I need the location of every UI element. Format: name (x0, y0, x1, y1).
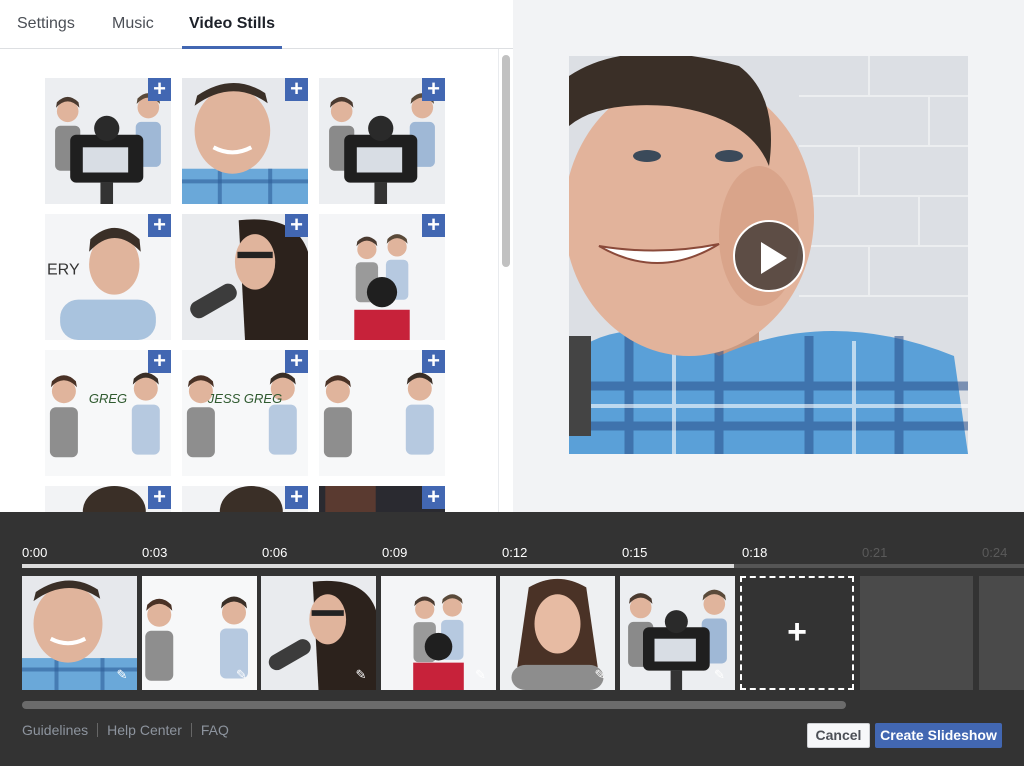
footer-links: Guidelines Help Center FAQ (22, 722, 229, 738)
empty-slot (860, 576, 973, 690)
timeline-clip[interactable]: ✎ (500, 576, 615, 690)
divider (191, 723, 192, 737)
timeline-panel: 0:00 0:03 0:06 0:09 0:12 0:15 0:18 0:21 0:24 ✎ ✎… (0, 512, 1024, 766)
timeline-clip[interactable]: ✎ (142, 576, 257, 690)
timeline-label: 0:00 (22, 545, 47, 560)
tab-bar: Settings Music Video Stills (0, 0, 513, 49)
play-icon (761, 242, 787, 274)
timeline-label: 0:03 (142, 545, 167, 560)
plus-icon: + (742, 578, 852, 688)
timeline-clip[interactable]: ✎ (22, 576, 137, 690)
timeline-clip[interactable]: ✎ (381, 576, 496, 690)
pencil-icon[interactable]: ✎ (472, 666, 490, 684)
create-slideshow-button[interactable]: Create Slideshow (875, 723, 1002, 748)
cancel-button[interactable]: Cancel (807, 723, 870, 748)
plus-icon[interactable]: + (422, 350, 445, 373)
pencil-icon[interactable]: ✎ (352, 666, 370, 684)
timeline-scrollbar[interactable] (22, 701, 846, 709)
plus-icon[interactable]: + (148, 214, 171, 237)
video-still[interactable]: + (182, 486, 308, 512)
pencil-icon[interactable]: ✎ (113, 666, 131, 684)
svg-text:JESS GREG: JESS GREG (207, 391, 282, 406)
svg-text:GREG: GREG (89, 391, 127, 406)
timeline-clip[interactable]: ✎ (620, 576, 735, 690)
svg-text:ERY: ERY (47, 261, 80, 278)
video-preview[interactable] (569, 56, 968, 454)
pencil-icon[interactable]: ✎ (233, 666, 251, 684)
stills-scrollbar[interactable] (498, 49, 513, 512)
plus-icon[interactable]: + (285, 350, 308, 373)
plus-icon[interactable]: + (148, 486, 171, 509)
video-still[interactable]: + (182, 214, 308, 340)
video-still[interactable]: + (319, 78, 445, 204)
timeline-label: 0:21 (862, 545, 887, 560)
plus-icon[interactable]: + (285, 78, 308, 101)
video-still[interactable]: + (45, 78, 171, 204)
video-still[interactable]: + (319, 350, 445, 476)
preview-panel (513, 0, 1024, 512)
timeline-progress (22, 564, 734, 568)
video-still[interactable]: + (45, 486, 171, 512)
divider (97, 723, 98, 737)
plus-icon[interactable]: + (285, 214, 308, 237)
timeline-label: 0:18 (742, 545, 767, 560)
timeline-clip[interactable]: ✎ (261, 576, 376, 690)
video-still[interactable]: ERY + (45, 214, 171, 340)
video-still[interactable]: GREG + (45, 350, 171, 476)
tab-music[interactable]: Music (112, 0, 157, 49)
video-still[interactable]: + (182, 78, 308, 204)
timeline-label: 0:12 (502, 545, 527, 560)
stills-panel: Settings Music Video Stills + + (0, 0, 513, 512)
tab-settings[interactable]: Settings (17, 0, 79, 49)
timeline-label: 0:15 (622, 545, 647, 560)
plus-icon[interactable]: + (422, 214, 445, 237)
plus-icon[interactable]: + (285, 486, 308, 509)
play-button[interactable] (733, 220, 805, 292)
video-still[interactable]: JESS GREG + (182, 350, 308, 476)
add-photo-slot[interactable]: + (740, 576, 854, 690)
plus-icon[interactable]: + (422, 78, 445, 101)
timeline-label: 0:06 (262, 545, 287, 560)
faq-link[interactable]: FAQ (201, 722, 229, 738)
guidelines-link[interactable]: Guidelines (22, 722, 88, 738)
tab-video-stills[interactable]: Video Stills (182, 0, 282, 49)
pencil-icon[interactable]: ✎ (711, 666, 729, 684)
plus-icon[interactable]: + (422, 486, 445, 509)
help-center-link[interactable]: Help Center (107, 722, 182, 738)
video-still[interactable]: + (319, 486, 445, 512)
plus-icon[interactable]: + (148, 350, 171, 373)
video-still[interactable]: + (319, 214, 445, 340)
scrollbar-thumb[interactable] (502, 55, 510, 267)
pencil-icon[interactable]: ✎ (591, 666, 609, 684)
plus-icon[interactable]: + (148, 78, 171, 101)
empty-slot (979, 576, 1024, 690)
timeline-label: 0:24 (982, 545, 1007, 560)
timeline-label: 0:09 (382, 545, 407, 560)
